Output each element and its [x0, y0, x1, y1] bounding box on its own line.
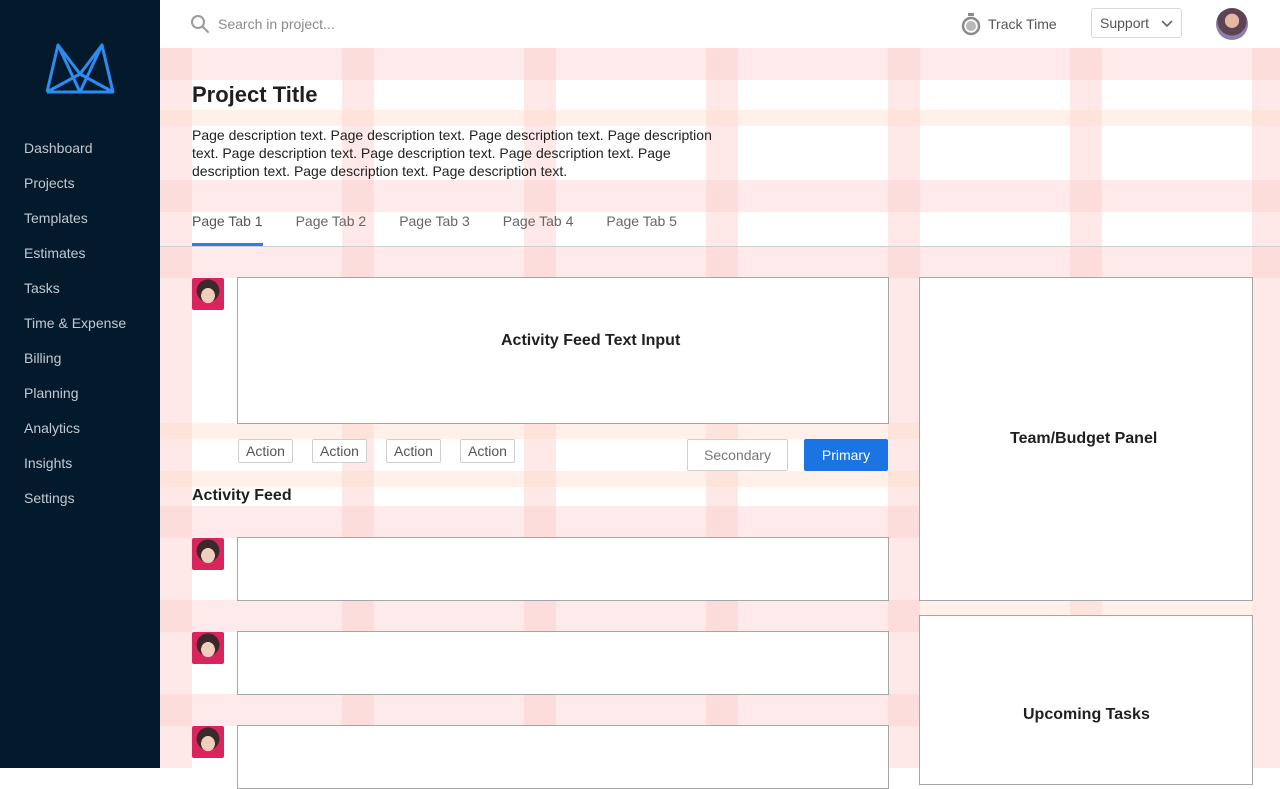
primary-button[interactable]: Primary — [804, 439, 888, 471]
feed-item[interactable] — [237, 631, 889, 695]
sidebar-item-billing[interactable]: Billing — [0, 346, 160, 381]
activity-feed-text-input[interactable]: Activity Feed Text Input — [237, 277, 889, 424]
feed-item-avatar — [192, 538, 224, 570]
action-button[interactable]: Action — [460, 439, 515, 463]
action-button[interactable]: Action — [312, 439, 367, 463]
feed-item-avatar — [192, 726, 224, 758]
search-input[interactable] — [216, 15, 480, 33]
track-time-button[interactable]: Track Time — [960, 12, 1057, 36]
team-budget-panel[interactable]: Team/Budget Panel — [919, 277, 1253, 601]
support-dropdown[interactable]: Support — [1091, 8, 1182, 38]
activity-feed-title: Activity Feed — [192, 487, 292, 504]
sidebar-item-projects[interactable]: Projects — [0, 171, 160, 206]
page-description: Page description text. Page description … — [192, 127, 712, 179]
sidebar-item-tasks[interactable]: Tasks — [0, 276, 160, 311]
tab-page-3[interactable]: Page Tab 3 — [399, 212, 470, 246]
sidebar-item-planning[interactable]: Planning — [0, 381, 160, 416]
sidebar-item-analytics[interactable]: Analytics — [0, 416, 160, 451]
action-button[interactable]: Action — [386, 439, 441, 463]
chevron-down-icon — [1161, 20, 1173, 28]
search-icon — [191, 15, 209, 33]
activity-feed-text-input-label: Activity Feed Text Input — [501, 332, 681, 349]
sidebar-nav: Dashboard Projects Templates Estimates T… — [0, 136, 160, 521]
feed-item[interactable] — [237, 725, 889, 789]
sidebar-item-time-expense[interactable]: Time & Expense — [0, 311, 160, 346]
top-bar: Track Time Support — [160, 0, 1280, 48]
support-label: Support — [1100, 15, 1150, 31]
stopwatch-icon — [961, 13, 981, 36]
tabs-divider — [160, 246, 1280, 247]
sidebar-item-settings[interactable]: Settings — [0, 486, 160, 521]
feed-item[interactable] — [237, 537, 889, 601]
tab-page-5[interactable]: Page Tab 5 — [606, 212, 677, 246]
tab-page-2[interactable]: Page Tab 2 — [296, 212, 367, 246]
tab-page-4[interactable]: Page Tab 4 — [503, 212, 574, 246]
sidebar-item-templates[interactable]: Templates — [0, 206, 160, 241]
user-avatar[interactable] — [1216, 8, 1248, 40]
search-box — [190, 12, 480, 36]
action-button[interactable]: Action — [238, 439, 293, 463]
composer-avatar — [192, 278, 224, 310]
track-time-label: Track Time — [988, 16, 1057, 32]
secondary-button[interactable]: Secondary — [687, 439, 788, 471]
upcoming-tasks-panel-label: Upcoming Tasks — [1023, 706, 1150, 723]
feed-item-avatar — [192, 632, 224, 664]
sidebar-item-dashboard[interactable]: Dashboard — [0, 136, 160, 171]
brand-logo-icon[interactable] — [44, 42, 116, 94]
sidebar-item-insights[interactable]: Insights — [0, 451, 160, 486]
upcoming-tasks-panel[interactable]: Upcoming Tasks — [919, 615, 1253, 785]
team-budget-panel-label: Team/Budget Panel — [1010, 430, 1158, 447]
tab-page-1[interactable]: Page Tab 1 — [192, 212, 263, 246]
page-tabs: Page Tab 1 Page Tab 2 Page Tab 3 Page Ta… — [192, 212, 710, 246]
sidebar: Dashboard Projects Templates Estimates T… — [0, 0, 160, 768]
page-title: Project Title — [192, 82, 318, 107]
sidebar-item-estimates[interactable]: Estimates — [0, 241, 160, 276]
main-content: Project Title Page description text. Pag… — [0, 0, 1280, 789]
